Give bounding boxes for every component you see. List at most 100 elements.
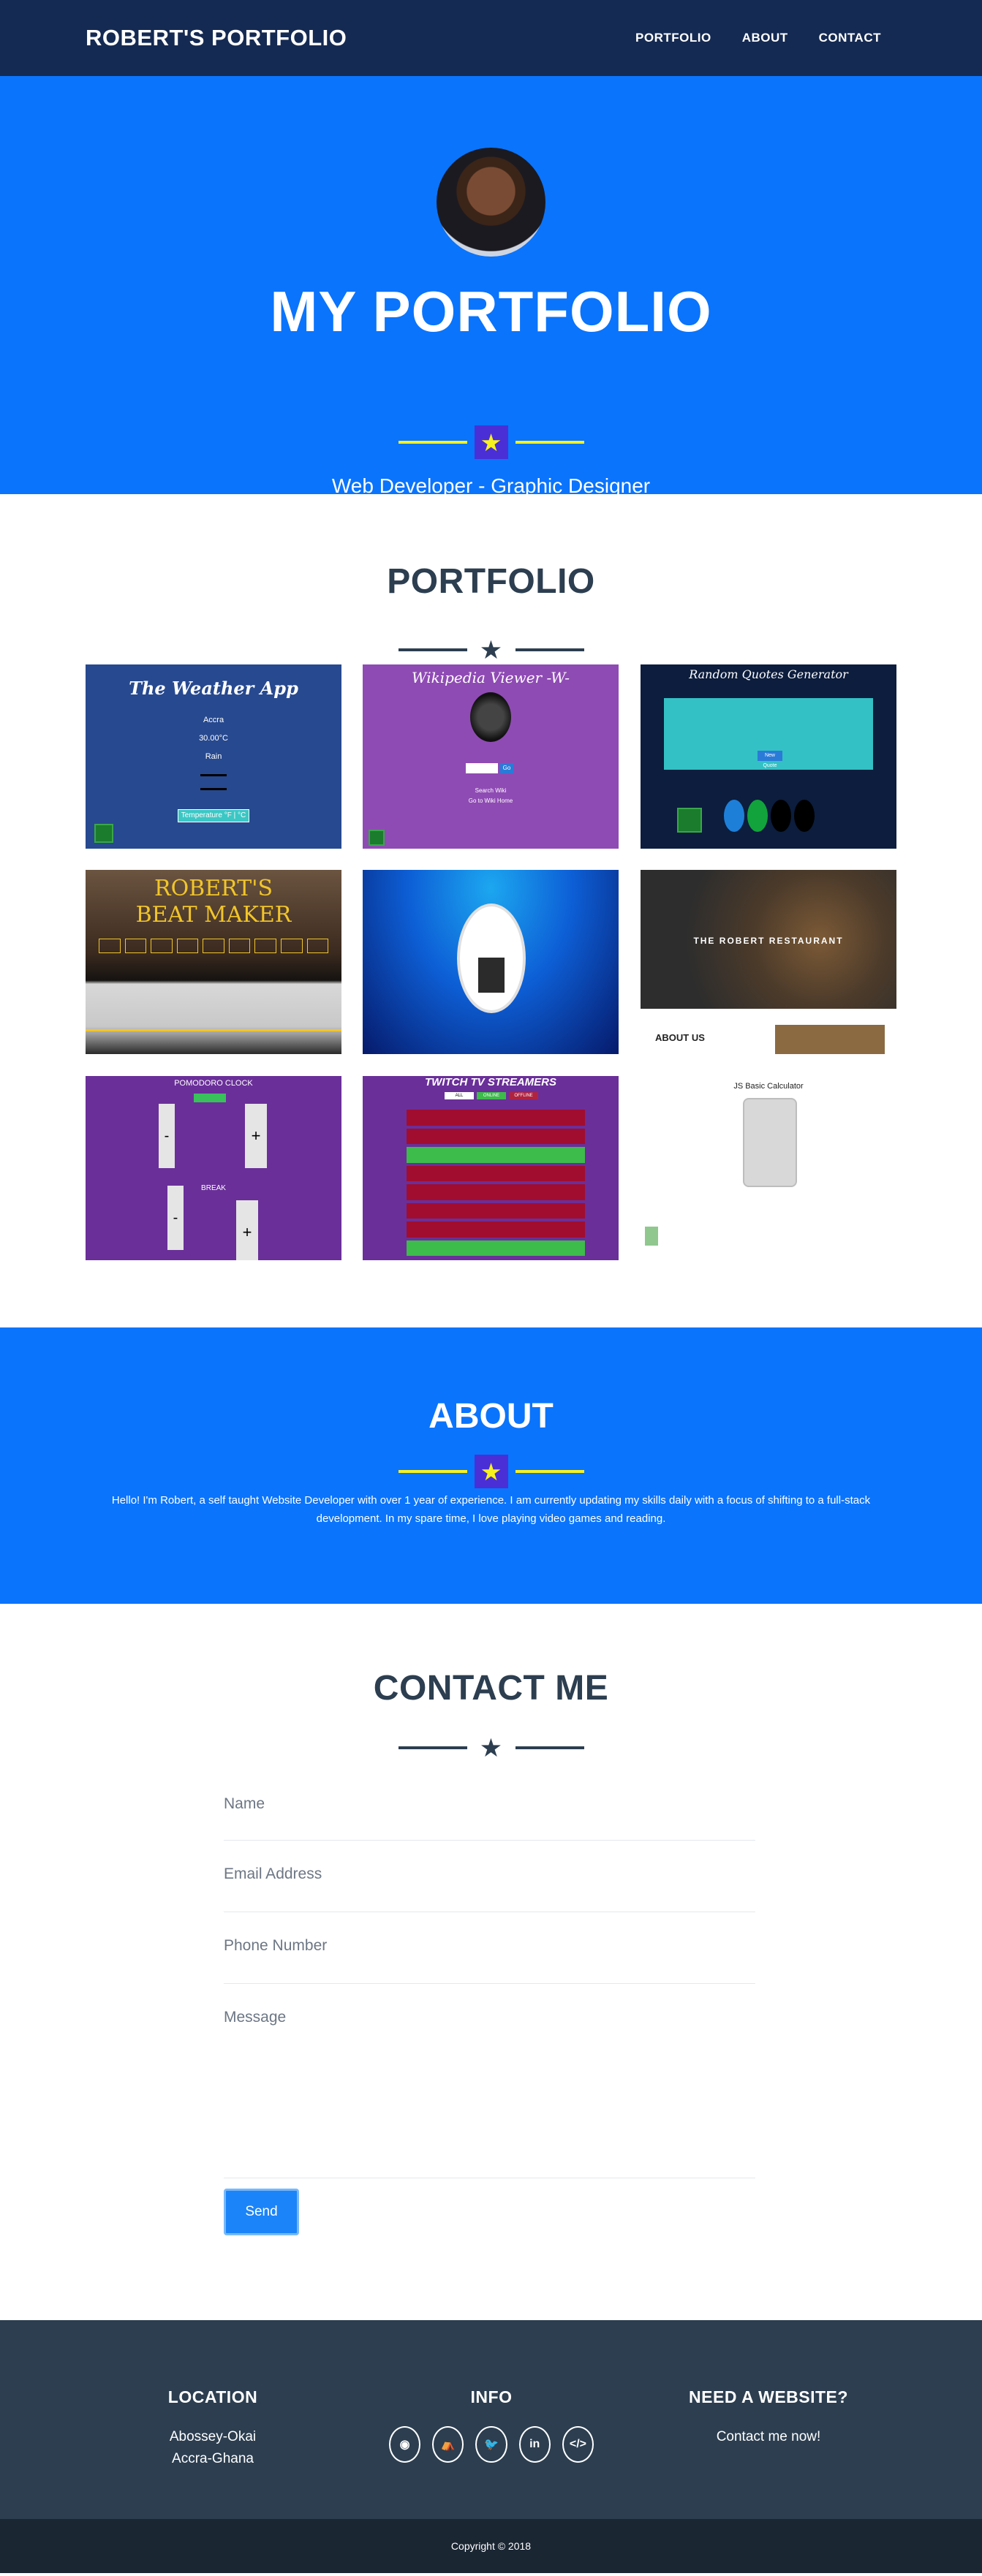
footer-need-heading: NEED A WEBSITE? [689,2387,848,2406]
card-text: 30.00°C [199,734,228,743]
copyright: Copyright © 2018 [0,2519,982,2573]
location-line: Abossey-Okai [169,2429,257,2444]
star-icon: ★ [474,425,508,459]
unit-toggle-button[interactable]: Temperature °F | °C [178,809,249,822]
wiki-search-input[interactable] [466,763,498,773]
card-title: POMODORO CLOCK [174,1079,253,1088]
new-quote-button[interactable]: New Quote [758,751,782,768]
nav-link-about[interactable]: ABOUT [742,31,788,45]
wikipedia-globe-icon [470,692,511,742]
navbar: ROBERT'S PORTFOLIO PORTFOLIO ABOUT CONTA… [0,0,982,76]
rain-icon [200,774,227,790]
card-text: ABOUT US [655,1032,705,1043]
linkedin-icon[interactable]: in [518,2426,551,2463]
hero-divider: ★ [0,425,982,459]
about-section: ABOUT ★ Hello! I'm Robert, a self taught… [0,1327,982,1604]
twitch-tab-offline[interactable]: OFFLINE [509,1092,538,1099]
nav-link-contact[interactable]: CONTACT [819,31,881,45]
divider-line [398,441,467,444]
footer-info-heading: INFO [470,2387,513,2406]
portfolio-card-quotes[interactable]: Random Quotes Generator New Quote [641,664,896,849]
break-plus-button[interactable]: + [236,1200,258,1260]
star-icon: ★ [479,1733,503,1762]
footer-need-website: NEED A WEBSITE? Contact me now! [666,2387,871,2448]
restaurant-photo [775,1025,885,1054]
portfolio-card-wikipedia[interactable]: Wikipedia Viewer -W- Go Search Wiki Go t… [363,664,619,849]
card-title: JS Basic Calculator [733,1082,804,1091]
card-text: Go to Wiki Home [468,798,513,804]
codepen-icon [794,800,815,832]
star-icon: ★ [479,635,503,664]
name-field-label: Name [224,1795,265,1812]
footer-location: LOCATION Abossey-Okai Accra-Ghana [110,2387,315,2470]
nav-links: PORTFOLIO ABOUT CONTACT [635,31,881,45]
portfolio-card-beatmaker[interactable]: ROBERT'S BEAT MAKER [86,870,341,1054]
contact-title: CONTACT ME [373,1669,609,1708]
send-button[interactable]: Send [224,2189,299,2235]
hero-section: MY PORTFOLIO ★ Web Developer - Graphic D… [0,76,982,497]
card-title: ROBERT'S BEAT MAKER [135,876,292,928]
clock-portrait [478,958,505,993]
star-icon: ★ [474,1455,508,1488]
footer-location-heading: LOCATION [167,2387,258,2406]
divider-line [515,441,584,444]
card-title: Random Quotes Generator [689,667,848,681]
phone-field[interactable]: Phone Number [224,1937,755,1984]
beat-keys-row [99,939,329,953]
profile-avatar [437,148,545,257]
portfolio-card-twitch[interactable]: TWITCH TV STREAMERS ALL ONLINE OFFLINE [363,1076,619,1260]
contact-divider: ★ [0,1731,982,1765]
portfolio-card-weather[interactable]: The Weather App Accra 30.00°C Rain Tempe… [86,664,341,849]
email-field[interactable]: Email Address [224,1865,755,1912]
footer: LOCATION Abossey-Okai Accra-Ghana INFO ◉… [0,2320,982,2519]
phone-field-label: Phone Number [224,1937,328,1954]
about-divider: ★ [0,1455,982,1488]
card-text: THE ROBERT RESTAURANT [693,936,844,946]
portfolio-card-calculator[interactable]: JS Basic Calculator [641,1076,896,1260]
brand-logo[interactable]: ROBERT'S PORTFOLIO [86,25,347,51]
portfolio-card-clock[interactable] [363,870,619,1054]
calculator-body [743,1098,797,1187]
github-icon [771,800,791,832]
nav-link-portfolio[interactable]: PORTFOLIO [635,31,711,45]
codepen-icon[interactable]: </> [562,2426,594,2463]
share-icon [747,800,768,832]
facebook-icon [724,800,744,832]
contact-section: CONTACT ME ★ Name Email Address Phone Nu… [0,1604,982,2320]
twitch-stream-list [407,1110,585,1256]
pomodoro-start-button[interactable] [194,1094,226,1102]
portfolio-title: PORTFOLIO [387,562,595,601]
session-minus-button[interactable]: - [159,1104,175,1168]
wiki-search-button[interactable]: Go [500,763,513,773]
message-field-label: Message [224,2009,287,2026]
freecodecamp-icon [645,1227,658,1246]
about-text: Hello! I'm Robert, a self taught Website… [111,1494,871,1525]
portfolio-section: PORTFOLIO ★ The Weather App Accra 30.00°… [0,494,982,1327]
card-text: BREAK [201,1184,226,1192]
name-field[interactable]: Name [224,1795,755,1841]
twitch-tab-all[interactable]: ALL [445,1092,474,1099]
portfolio-card-restaurant[interactable]: THE ROBERT RESTAURANT ABOUT US [641,870,896,1054]
session-plus-button[interactable]: + [245,1104,267,1168]
twitch-tab-online[interactable]: ONLINE [477,1092,506,1099]
about-title: ABOUT [428,1397,554,1436]
divider-line [515,648,584,651]
footer-location-text: Abossey-Okai Accra-Ghana [110,2426,315,2470]
github-icon[interactable]: ◉ [389,2426,421,2463]
beat-divider [86,1029,341,1031]
divider-line [398,1470,467,1473]
divider-line [515,1746,584,1749]
portfolio-card-pomodoro[interactable]: POMODORO CLOCK - + BREAK - + [86,1076,341,1260]
divider-line [515,1470,584,1473]
email-field-label: Email Address [224,1865,322,1882]
divider-line [398,648,467,651]
twitter-icon[interactable]: 🐦 [475,2426,507,2463]
card-title: The Weather App [129,678,298,699]
card-text: Rain [205,752,222,761]
footer-need-text[interactable]: Contact me now! [666,2426,871,2448]
break-minus-button[interactable]: - [167,1186,184,1250]
social-links: ◉ ⛺ 🐦 in </> [389,2426,594,2463]
freecodecamp-icon[interactable]: ⛺ [432,2426,464,2463]
portfolio-divider: ★ [0,633,982,667]
message-field[interactable]: Message [224,2009,755,2178]
